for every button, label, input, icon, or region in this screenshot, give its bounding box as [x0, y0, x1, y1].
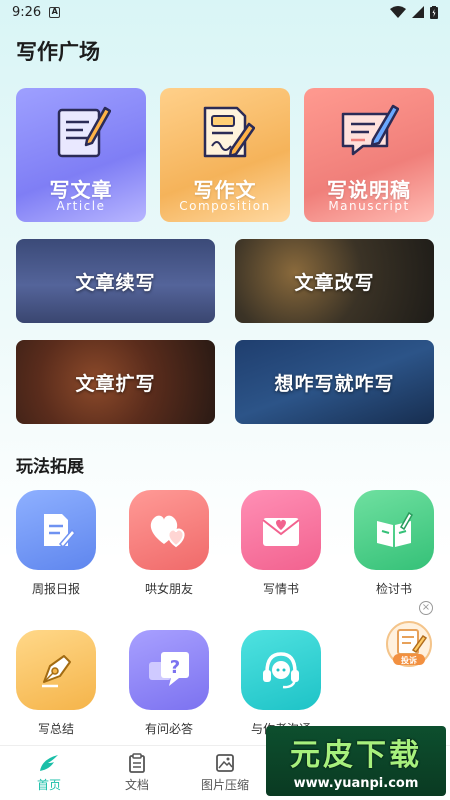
free-writing-card[interactable]: 想咋写就咋写 [235, 340, 434, 424]
feature-self-criticism[interactable]: 检讨书 [349, 490, 439, 597]
feature-label: 周报日报 [31, 582, 80, 596]
signal-icon [412, 6, 424, 18]
manuscript-icon [341, 104, 399, 156]
feature-label: 哄女朋友 [144, 582, 193, 596]
feature-qa[interactable]: ? 有问必答 [124, 630, 214, 737]
status-time: 9:26 [12, 4, 42, 20]
feature-contact-author[interactable]: 与作者沟通 [236, 630, 326, 737]
card-title: 文章续写 [75, 271, 156, 294]
nav-label: 首页 [36, 778, 61, 792]
question-chat-icon: ? [129, 630, 209, 710]
feature-weekly-report[interactable]: 周报日报 [11, 490, 101, 597]
card-title: 文章改写 [294, 271, 375, 294]
rewrite-card[interactable]: 文章改写 [235, 239, 434, 323]
feature-label: 写情书 [262, 582, 299, 596]
feature-love-letter[interactable]: 写情书 [236, 490, 326, 597]
composition-icon [203, 106, 255, 158]
nav-label: 图片压缩 [200, 778, 249, 792]
battery-icon [430, 5, 438, 19]
wifi-icon [390, 6, 406, 18]
notification-icon: A [49, 6, 61, 18]
page-title: 写作广场 [16, 40, 100, 64]
quill-icon [19, 752, 79, 774]
status-icons [390, 5, 438, 19]
svg-text:?: ? [170, 657, 180, 678]
weekly-report-icon [16, 490, 96, 570]
card-title: 文章扩写 [75, 372, 156, 395]
headset-icon [241, 630, 321, 710]
feature-label: 写总结 [37, 722, 74, 736]
continue-writing-card[interactable]: 文章续写 [16, 239, 215, 323]
document-icon [107, 752, 167, 774]
image-icon [195, 752, 255, 774]
card-subtitle: Article [56, 199, 106, 213]
close-icon[interactable]: × [419, 601, 433, 615]
report-label: 投诉 [401, 656, 417, 665]
nav-label: 文档 [124, 778, 149, 792]
write-composition-card[interactable]: 写作文 Composition [160, 88, 290, 222]
write-article-card[interactable]: 写文章 Article [16, 88, 146, 222]
report-button[interactable]: 投诉 [385, 620, 433, 668]
write-manuscript-card[interactable]: 写说明稿 Manuscript [304, 88, 434, 222]
expand-card[interactable]: 文章扩写 [16, 340, 215, 424]
nav-image-compress[interactable]: 图片压缩 [195, 752, 255, 793]
hearts-icon [129, 490, 209, 570]
watermark-url: www.yuanpi.com [293, 776, 419, 791]
nav-home[interactable]: 首页 [19, 752, 79, 793]
feature-label: 检讨书 [375, 582, 412, 596]
card-subtitle: Manuscript [328, 199, 410, 213]
feature-label: 有问必答 [144, 722, 193, 736]
feature-coax-girlfriend[interactable]: 哄女朋友 [124, 490, 214, 597]
feature-summary[interactable]: 写总结 [11, 630, 101, 737]
article-icon [57, 106, 111, 158]
status-bar: 9:26 A [0, 0, 450, 24]
love-letter-icon [241, 490, 321, 570]
fountain-pen-icon [16, 630, 96, 710]
watermark: 元皮下载 www.yuanpi.com [266, 726, 446, 796]
watermark-title: 元皮下载 [290, 738, 422, 773]
card-subtitle: Composition [179, 199, 271, 213]
book-pen-icon [354, 490, 434, 570]
section-title: 玩法拓展 [16, 457, 84, 477]
nav-documents[interactable]: 文档 [107, 752, 167, 793]
card-title: 想咋写就咋写 [274, 372, 395, 395]
